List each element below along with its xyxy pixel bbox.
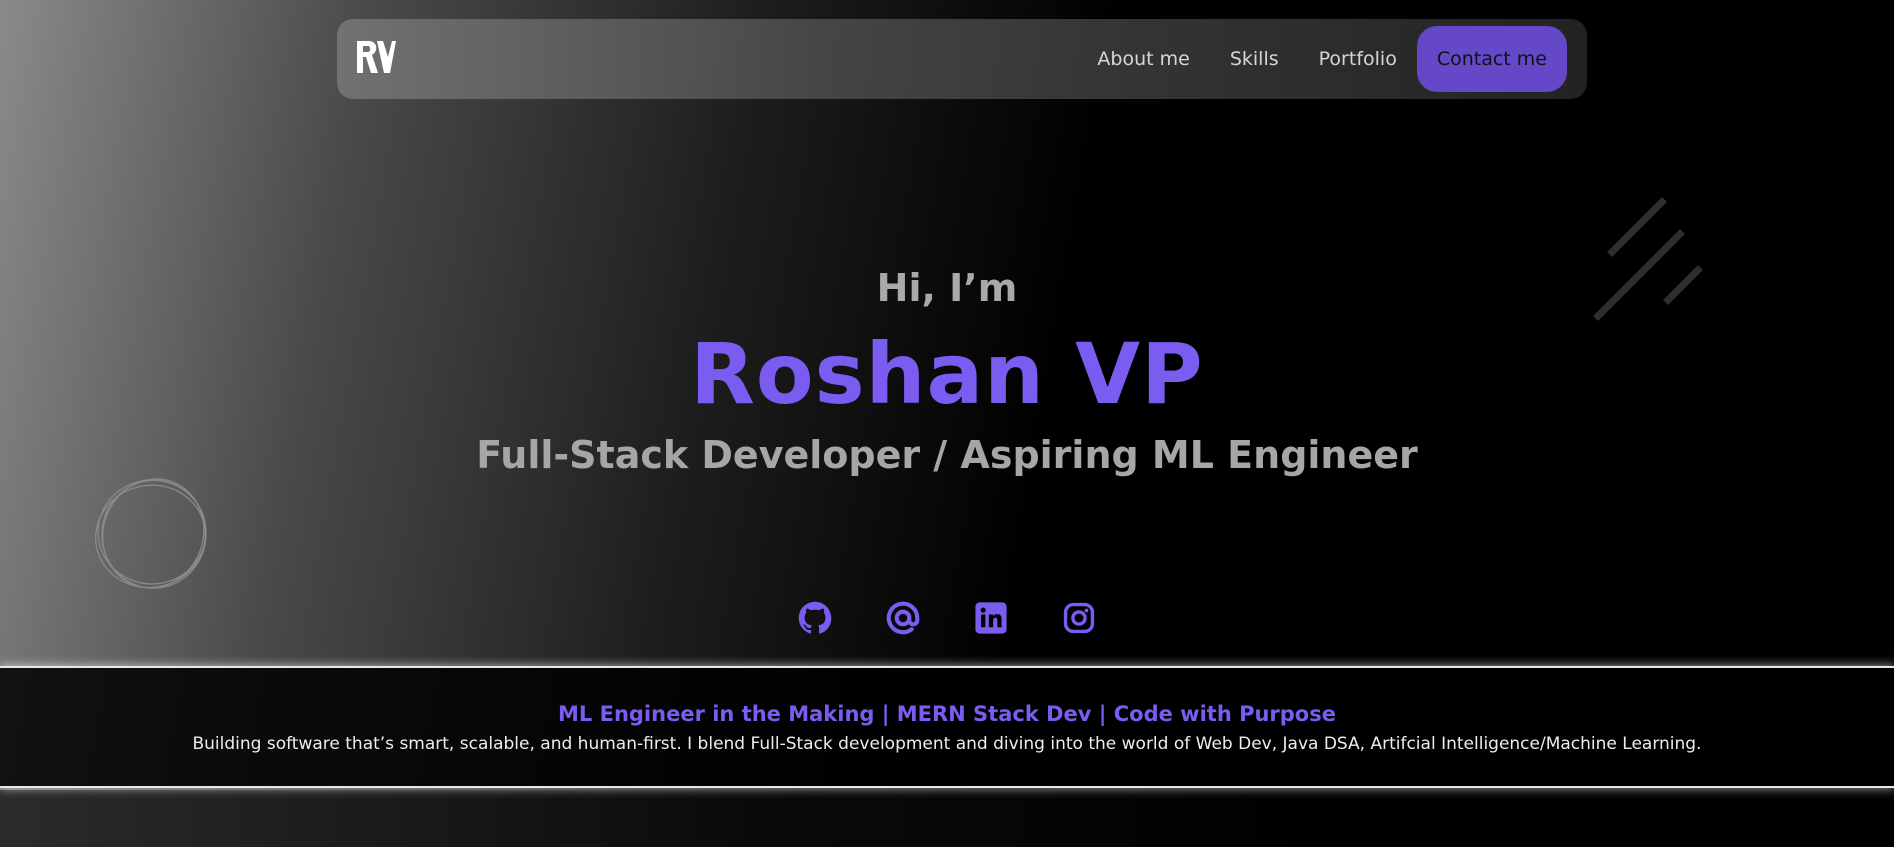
instagram-icon[interactable] xyxy=(1059,598,1099,638)
nav-link-about[interactable]: About me xyxy=(1097,48,1189,70)
hero-name: Roshan VP xyxy=(690,325,1204,423)
nav-links: About me Skills Portfolio Contact me xyxy=(1097,26,1567,92)
tagline-description: Building software that’s smart, scalable… xyxy=(192,734,1702,754)
tagline-title: ML Engineer in the Making | MERN Stack D… xyxy=(558,702,1336,726)
rv-logo-icon[interactable] xyxy=(355,39,397,75)
hero-greeting: Hi, I’m xyxy=(876,266,1018,310)
hero-role: Full-Stack Developer / Aspiring ML Engin… xyxy=(476,433,1418,477)
tagline-band: ML Engineer in the Making | MERN Stack D… xyxy=(0,666,1894,788)
linkedin-icon[interactable] xyxy=(971,598,1011,638)
page-background-bottom xyxy=(0,790,1894,847)
contact-me-button[interactable]: Contact me xyxy=(1416,26,1567,92)
github-icon[interactable] xyxy=(795,598,835,638)
social-links xyxy=(795,598,1099,638)
nav-link-portfolio[interactable]: Portfolio xyxy=(1319,48,1397,70)
top-navbar: About me Skills Portfolio Contact me xyxy=(337,19,1587,99)
circle-doodle-decoration xyxy=(94,478,207,589)
nav-link-skills[interactable]: Skills xyxy=(1230,48,1279,70)
at-email-icon[interactable] xyxy=(883,598,923,638)
